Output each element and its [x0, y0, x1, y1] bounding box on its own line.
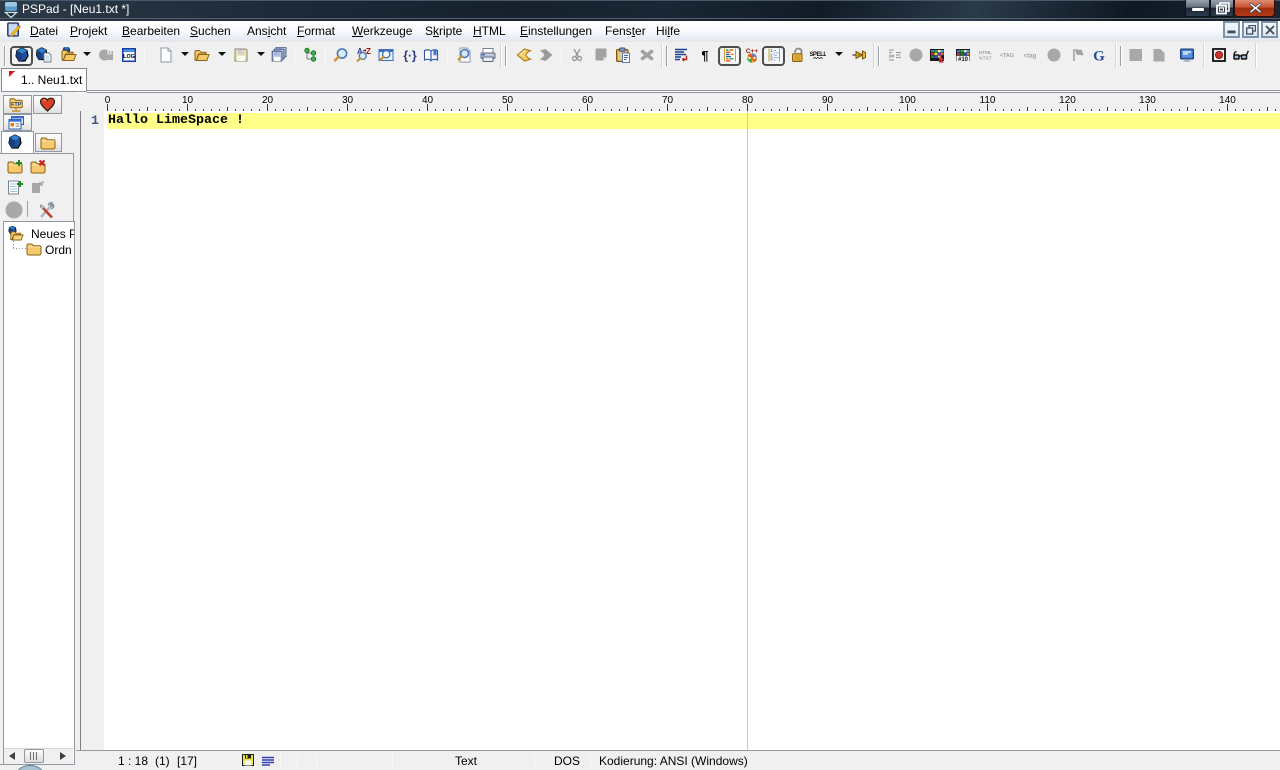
svg-text:¶: ¶ [701, 48, 708, 63]
svg-text:<TAG: <TAG [1000, 53, 1014, 59]
svg-text:{·}: {·} [403, 49, 417, 63]
svg-text:3: 3 [770, 57, 773, 63]
svg-text:Z: Z [366, 47, 371, 56]
svg-text:<tag: <tag [1024, 53, 1037, 59]
svg-text:SPELL: SPELL [810, 52, 826, 58]
svg-text:↳TXT: ↳TXT [979, 55, 992, 61]
svg-text:FTP: FTP [11, 102, 22, 108]
svg-text:#10: #10 [958, 57, 969, 63]
svg-text:G: G [1093, 49, 1105, 64]
svg-text:LOG: LOG [123, 54, 135, 60]
svg-text:HTML: HTML [979, 50, 992, 56]
